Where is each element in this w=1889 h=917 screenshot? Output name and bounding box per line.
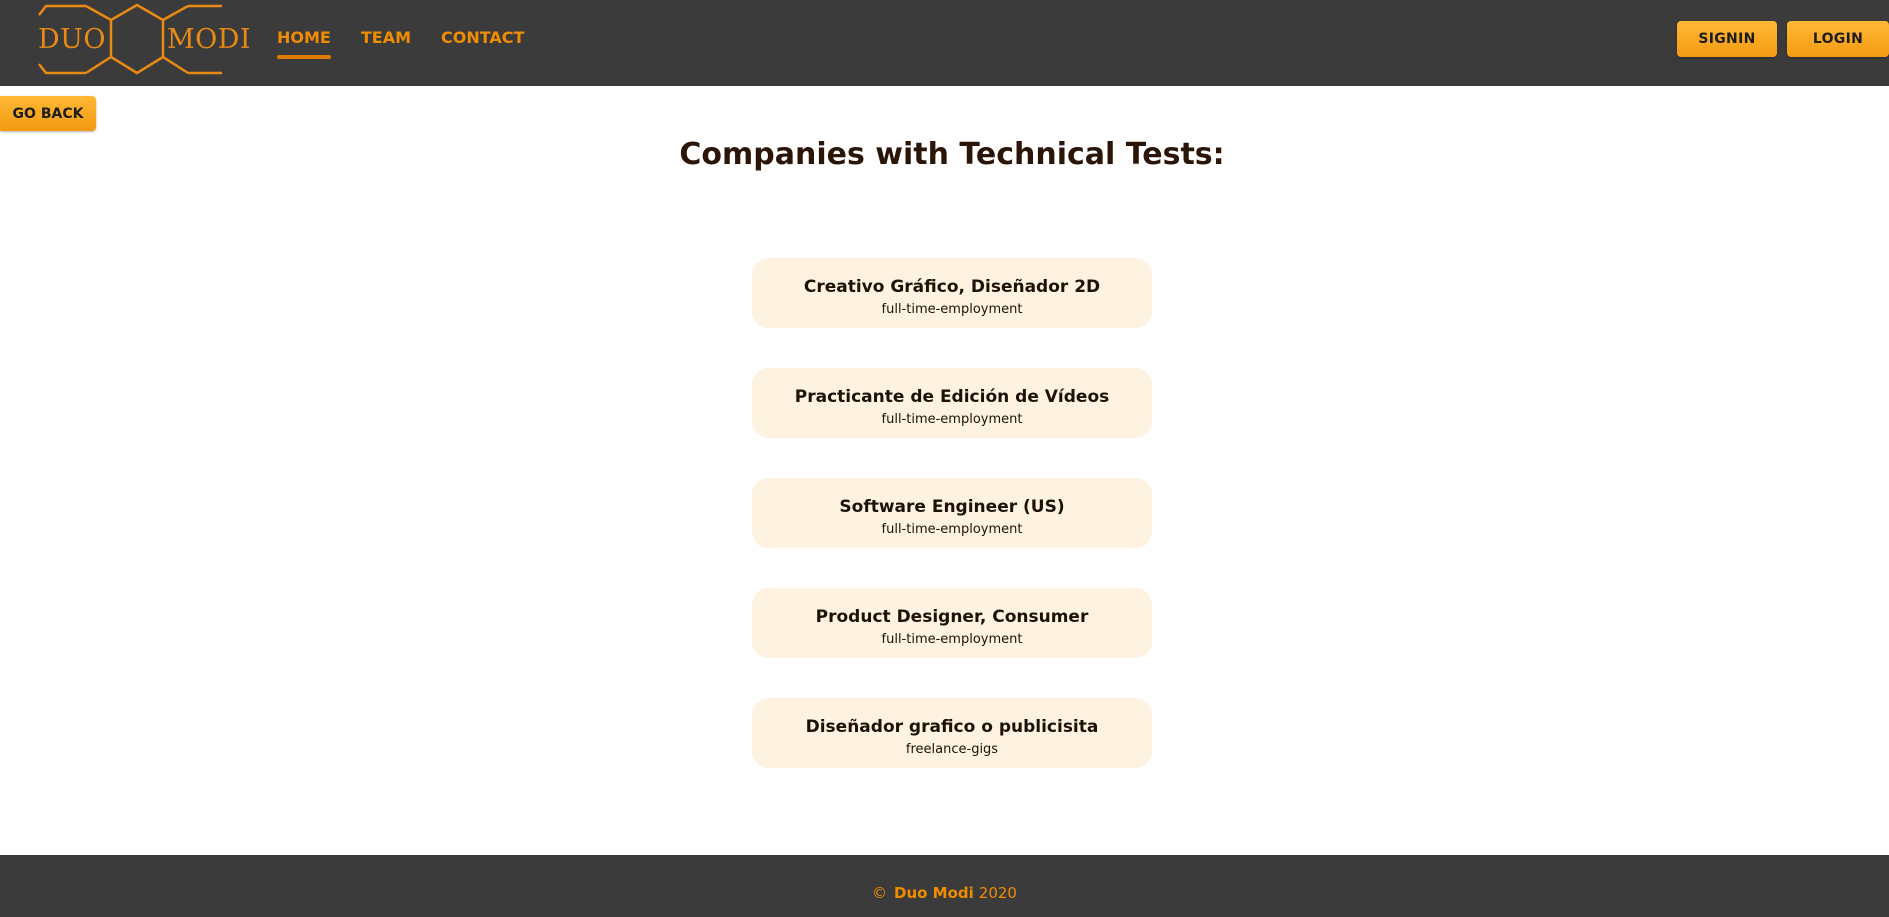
- main-nav: HOME TEAM CONTACT: [277, 28, 554, 59]
- job-card[interactable]: Diseñador grafico o publicisita freelanc…: [752, 698, 1152, 768]
- job-type: full-time-employment: [881, 412, 1023, 427]
- signin-button[interactable]: SIGNIN: [1677, 21, 1777, 57]
- job-card[interactable]: Software Engineer (US) full-time-employm…: [752, 478, 1152, 548]
- job-list: Creativo Gráfico, Diseñador 2D full-time…: [752, 258, 1152, 808]
- job-title: Software Engineer (US): [839, 497, 1065, 517]
- footer-year: 2020: [978, 884, 1017, 902]
- header: DUO MODI HOME TEAM CONTACT SIGNIN LOGIN: [0, 0, 1889, 86]
- job-title: Diseñador grafico o publicisita: [805, 717, 1099, 737]
- job-type: full-time-employment: [881, 522, 1023, 537]
- job-card[interactable]: Creativo Gráfico, Diseñador 2D full-time…: [752, 258, 1152, 328]
- job-type: full-time-employment: [881, 632, 1023, 647]
- job-type: full-time-employment: [881, 302, 1023, 317]
- job-title: Creativo Gráfico, Diseñador 2D: [803, 277, 1101, 297]
- nav-contact[interactable]: CONTACT: [441, 28, 524, 59]
- job-card[interactable]: Product Designer, Consumer full-time-emp…: [752, 588, 1152, 658]
- footer-brand-link[interactable]: Duo Modi: [894, 884, 974, 902]
- job-title: Product Designer, Consumer: [815, 607, 1089, 627]
- nav-home[interactable]: HOME: [277, 28, 331, 59]
- job-type: freelance-gigs: [905, 742, 999, 757]
- logo[interactable]: DUO MODI: [36, 3, 251, 77]
- page-title: Companies with Technical Tests:: [679, 137, 1225, 172]
- job-card[interactable]: Practicante de Edición de Vídeos full-ti…: [752, 368, 1152, 438]
- copyright-symbol: ©: [872, 884, 888, 902]
- job-title: Practicante de Edición de Vídeos: [794, 387, 1110, 407]
- nav-team[interactable]: TEAM: [361, 28, 411, 59]
- login-button[interactable]: LOGIN: [1787, 21, 1889, 57]
- footer: © Duo Modi 2020: [0, 855, 1889, 917]
- go-back-button[interactable]: GO BACK: [0, 96, 96, 131]
- logo-text-right: MODI: [167, 24, 252, 55]
- logo-text-left: DUO: [38, 24, 107, 55]
